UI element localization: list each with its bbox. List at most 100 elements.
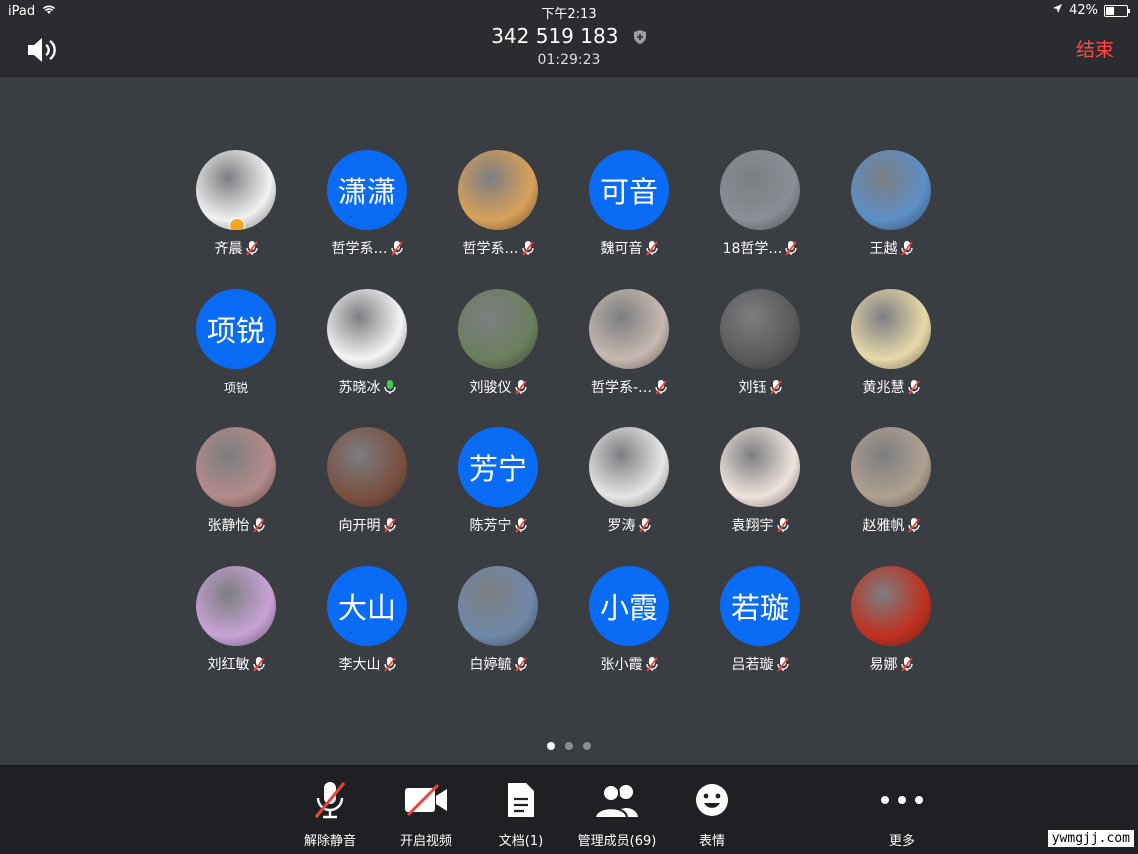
participant-avatar: 可音 xyxy=(589,150,669,230)
participant-avatar xyxy=(458,289,538,369)
participant-name-row: 李大山 xyxy=(302,654,432,674)
participant-tile[interactable]: 张静怡 xyxy=(171,427,301,535)
participant-name: 刘钰 xyxy=(738,380,767,396)
participant-tile[interactable]: 齐晨 xyxy=(171,150,301,258)
participant-name: 刘红敏 xyxy=(207,657,250,673)
participant-avatar xyxy=(196,566,276,646)
page-indicator[interactable] xyxy=(0,735,1138,754)
participant-avatar: 小霞 xyxy=(589,566,669,646)
mic-muted-icon xyxy=(383,518,396,533)
more-dots-icon xyxy=(847,776,957,824)
participant-tile[interactable]: 刘红敏 xyxy=(171,566,301,674)
participant-name-row: 张小霞 xyxy=(564,654,694,674)
participant-tile[interactable]: 苏晓冰 xyxy=(302,289,432,397)
participant-tile[interactable]: 哲学系… xyxy=(433,150,563,258)
participant-avatar: 项锐 xyxy=(196,289,276,369)
participant-avatar xyxy=(720,289,800,369)
participant-name-row: 齐晨 xyxy=(171,238,301,258)
participant-name: 魏可音 xyxy=(600,241,643,257)
meeting-id[interactable]: 342 519 183 xyxy=(0,24,1138,50)
participant-tile[interactable]: 若璇 吕若璇 xyxy=(695,566,825,674)
participant-name-row: 陈芳宁 xyxy=(433,515,563,535)
participant-name: 哲学系-… xyxy=(590,380,653,396)
participant-avatar xyxy=(589,289,669,369)
documents-button[interactable]: 文档(1) xyxy=(466,776,576,849)
participant-tile[interactable]: 赵雅帆 xyxy=(826,427,956,535)
mic-muted-icon xyxy=(252,518,265,533)
participant-tile[interactable]: 大山 李大山 xyxy=(302,566,432,674)
mic-muted-icon xyxy=(645,241,658,256)
participant-avatar xyxy=(458,150,538,230)
participant-name-row: 吕若璇 xyxy=(695,654,825,674)
participant-tile[interactable]: 易娜 xyxy=(826,566,956,674)
participant-name-row: 白婷毓 xyxy=(433,654,563,674)
mic-muted-icon xyxy=(785,241,798,256)
participant-tile[interactable]: 罗涛 xyxy=(564,427,694,535)
mic-muted-icon xyxy=(776,657,789,672)
participant-tile[interactable]: 芳宁 陈芳宁 xyxy=(433,427,563,535)
location-icon xyxy=(1052,3,1063,18)
participant-tile[interactable]: 小霞 张小霞 xyxy=(564,566,694,674)
participant-name: 王越 xyxy=(869,241,898,257)
avatar-initials: 潇潇 xyxy=(337,175,396,209)
participant-tile[interactable]: 项锐 项锐 xyxy=(171,289,301,396)
participant-name: 赵雅帆 xyxy=(862,518,905,534)
participant-name-row: 王越 xyxy=(826,238,956,258)
end-meeting-button[interactable]: 结束 xyxy=(1076,35,1114,62)
participant-tile[interactable]: 哲学系-… xyxy=(564,289,694,397)
participant-name-row: 向开明 xyxy=(302,515,432,535)
participant-tile[interactable]: 黄兆慧 xyxy=(826,289,956,397)
participant-name-row: 刘骏仪 xyxy=(433,377,563,397)
participant-name: 吕若璇 xyxy=(731,657,774,673)
more-button[interactable]: 更多 xyxy=(847,776,957,849)
avatar-initials: 小霞 xyxy=(599,591,658,625)
participant-name: 陈芳宁 xyxy=(469,518,512,534)
participant-tile[interactable]: 袁翔宇 xyxy=(695,427,825,535)
emoji-label: 表情 xyxy=(698,834,725,849)
participant-avatar xyxy=(851,566,931,646)
participant-tile[interactable]: 可音 魏可音 xyxy=(564,150,694,258)
avatar-initials: 可音 xyxy=(599,175,658,209)
members-icon xyxy=(562,776,672,824)
participant-name: 哲学系… xyxy=(331,241,388,257)
participant-avatar: 若璇 xyxy=(720,566,800,646)
avatar-initials: 大山 xyxy=(337,591,396,625)
participant-tile[interactable]: 刘骏仪 xyxy=(433,289,563,397)
avatar-initials: 若璇 xyxy=(730,591,789,625)
participant-name-row: 哲学系… xyxy=(433,238,563,258)
participant-tile[interactable]: 向开明 xyxy=(302,427,432,535)
page-dot[interactable] xyxy=(583,742,591,750)
clock: 下午2:13 xyxy=(541,7,597,22)
mic-active-icon xyxy=(383,380,396,394)
participant-name-row: 张静怡 xyxy=(171,515,301,535)
emoji-button[interactable]: 表情 xyxy=(657,776,767,849)
participant-avatar xyxy=(458,566,538,646)
meeting-timer: 01:29:23 xyxy=(537,52,601,68)
participant-avatar xyxy=(196,427,276,507)
more-label: 更多 xyxy=(888,834,915,849)
page-dot[interactable] xyxy=(547,742,555,750)
participant-avatar xyxy=(851,427,931,507)
participant-name-row: 刘红敏 xyxy=(171,654,301,674)
participant-avatar xyxy=(851,150,931,230)
participant-name-row: 哲学系-… xyxy=(564,377,694,397)
participant-avatar xyxy=(196,150,276,230)
watermark: ywmgjj.com xyxy=(1047,830,1134,847)
unmute-button[interactable]: 解除静音 xyxy=(275,776,385,849)
participant-tile[interactable]: 白婷毓 xyxy=(433,566,563,674)
meeting-id-text: 342 519 183 xyxy=(491,24,619,48)
mic-muted-icon xyxy=(900,657,913,672)
video-off-icon xyxy=(371,776,481,824)
start-video-button[interactable]: 开启视频 xyxy=(371,776,481,849)
participant-tile[interactable]: 王越 xyxy=(826,150,956,258)
manage-members-label: 管理成员(69) xyxy=(577,834,657,849)
manage-members-button[interactable]: 管理成员(69) xyxy=(562,776,672,849)
page-dot[interactable] xyxy=(565,742,573,750)
participant-name: 张静怡 xyxy=(207,518,250,534)
status-bar: iPad 下午2:13 42% xyxy=(0,0,1138,22)
participant-tile[interactable]: 刘钰 xyxy=(695,289,825,397)
participant-tile[interactable]: 18哲学… xyxy=(695,150,825,258)
participant-tile[interactable]: 潇潇哲学系… xyxy=(302,150,432,258)
shield-icon xyxy=(633,26,647,50)
battery-icon xyxy=(1104,4,1130,17)
